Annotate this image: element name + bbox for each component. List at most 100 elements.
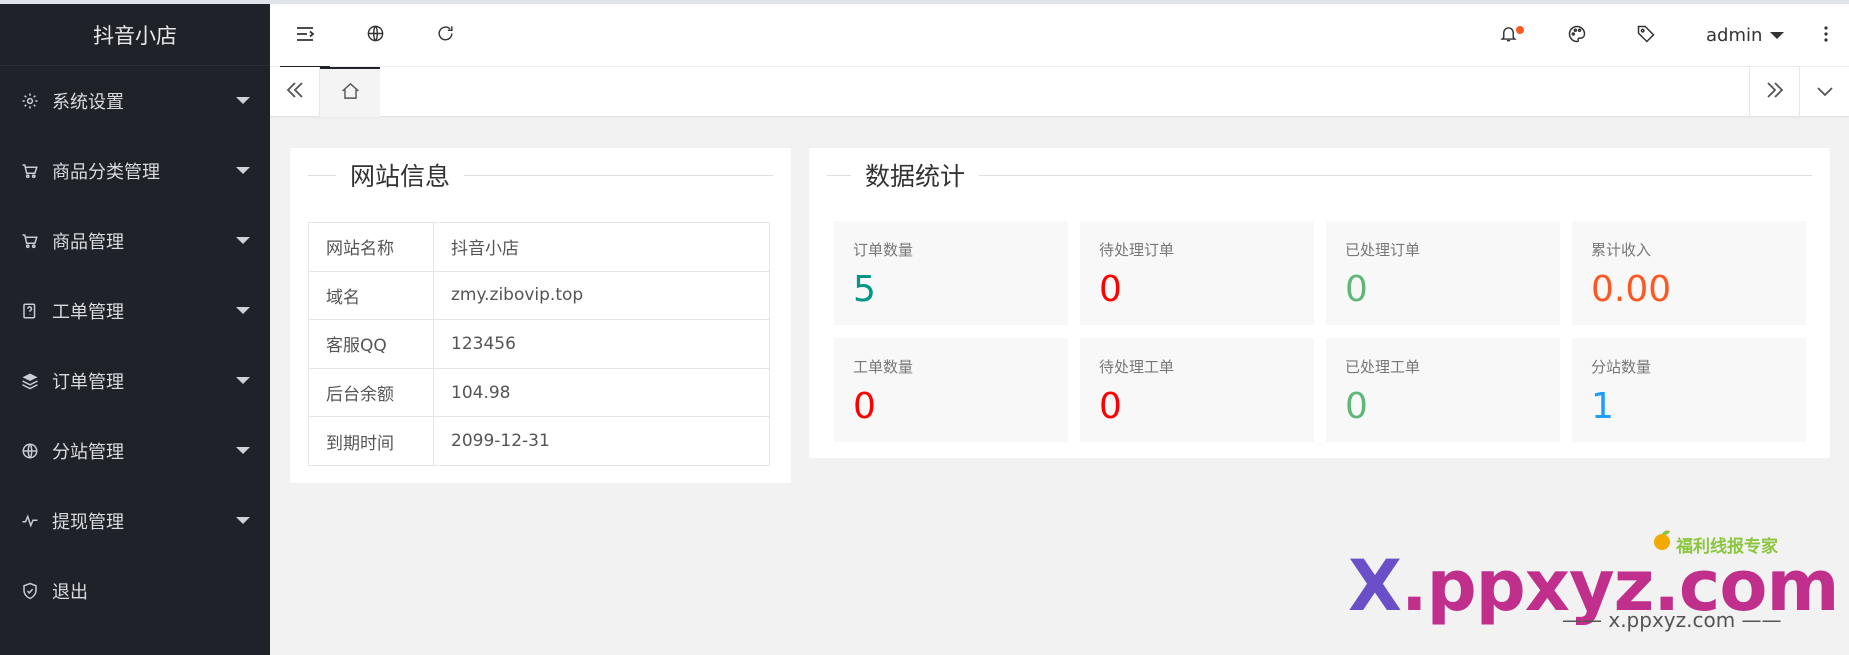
stat-label: 累计收入	[1591, 241, 1652, 259]
tab-options-button[interactable]	[1799, 67, 1849, 117]
card-title: 数据统计	[865, 162, 966, 191]
site-info-table: 网站名称 抖音小店 域名 zmy.zibovip.top 客服QQ 123456…	[308, 222, 770, 466]
palette-icon	[1567, 24, 1587, 48]
stat-order-count[interactable]: 订单数量 5	[834, 221, 1068, 325]
chevron-down-icon	[236, 97, 250, 104]
row-key: 到期时间	[308, 416, 434, 466]
title-divider	[464, 174, 773, 176]
stat-value: 0	[1099, 386, 1122, 427]
notification-button[interactable]	[1473, 4, 1543, 67]
table-row: 域名 zmy.zibovip.top	[308, 270, 770, 321]
stat-substation-count[interactable]: 分站数量 1	[1572, 338, 1806, 442]
stat-total-income[interactable]: 累计收入 0.00	[1572, 221, 1806, 325]
row-key: 网站名称	[308, 222, 434, 272]
row-value: 抖音小店	[433, 222, 770, 272]
cart-icon	[20, 161, 40, 181]
sidebar-item-label: 退出	[52, 582, 88, 603]
stat-processed-tickets[interactable]: 已处理工单 0	[1326, 338, 1560, 442]
sidebar-item-logout[interactable]: 退出	[0, 556, 270, 626]
gear-icon	[20, 91, 40, 111]
double-chevron-right-icon	[1765, 81, 1785, 103]
site-info-card: 网站信息 网站名称 抖音小店 域名 zmy.zibovip.top 客服QQ 1…	[290, 148, 791, 483]
chevron-down-icon	[236, 167, 250, 174]
chevron-down-icon	[236, 447, 250, 454]
tab-scroll-left-button[interactable]	[270, 67, 320, 117]
tab-home[interactable]	[320, 67, 380, 117]
row-value: zmy.zibovip.top	[433, 270, 770, 321]
sidebar-item-label: 系统设置	[52, 92, 124, 113]
brand-logo[interactable]: 抖音小店	[0, 4, 270, 66]
table-row: 网站名称 抖音小店	[308, 222, 770, 272]
row-value: 123456	[433, 319, 770, 369]
shield-icon	[20, 581, 40, 601]
sidebar-item-label: 工单管理	[52, 302, 124, 323]
cart-icon	[20, 231, 40, 251]
title-divider	[979, 174, 1812, 176]
sidebar-item-ticket-management[interactable]: 工单管理	[0, 276, 270, 346]
sidebar-item-withdrawal-management[interactable]: 提现管理	[0, 486, 270, 556]
collapse-menu-button[interactable]	[270, 4, 340, 68]
chevron-down-icon	[236, 237, 250, 244]
stat-label: 待处理订单	[1099, 241, 1175, 259]
card-header: 数据统计	[827, 148, 1812, 202]
chevron-down-icon	[236, 307, 250, 314]
user-menu[interactable]: admin	[1706, 4, 1785, 67]
stat-value: 0	[1345, 386, 1368, 427]
card-title: 网站信息	[350, 162, 451, 191]
stat-value: 0	[1099, 269, 1122, 310]
tag-icon	[1636, 24, 1656, 48]
sidebar-item-substation-management[interactable]: 分站管理	[0, 416, 270, 486]
layers-icon	[20, 371, 40, 391]
refresh-icon	[436, 24, 455, 47]
sidebar-item-system-settings[interactable]: 系统设置	[0, 66, 270, 136]
row-key: 后台余额	[308, 367, 434, 418]
sidebar-item-label: 分站管理	[52, 442, 124, 463]
bell-icon	[1499, 24, 1518, 47]
watermark-x: X	[1348, 545, 1402, 627]
refresh-button[interactable]	[410, 4, 480, 67]
table-row: 客服QQ 123456	[308, 319, 770, 369]
sidebar-item-label: 订单管理	[52, 372, 124, 393]
stat-value: 0.00	[1591, 269, 1672, 310]
website-home-button[interactable]	[340, 4, 410, 67]
stat-label: 已处理订单	[1345, 241, 1421, 259]
row-key: 域名	[308, 270, 434, 321]
title-divider	[308, 174, 336, 176]
sidebar-item-product-management[interactable]: 商品管理	[0, 206, 270, 276]
tag-button[interactable]	[1611, 4, 1681, 67]
more-vertical-icon	[1823, 25, 1829, 47]
watermark-subtitle: —— x.ppxyz.com ——	[1562, 608, 1782, 632]
table-row: 后台余额 104.98	[308, 367, 770, 418]
stat-value: 1	[1591, 386, 1614, 427]
stat-label: 分站数量	[1591, 358, 1652, 376]
sidebar-item-label: 商品管理	[52, 232, 124, 253]
stat-processed-orders[interactable]: 已处理订单 0	[1326, 221, 1560, 325]
more-button[interactable]	[1803, 4, 1849, 67]
stat-pending-tickets[interactable]: 待处理工单 0	[1080, 338, 1314, 442]
stats-card: 数据统计 订单数量 5 待处理订单 0 已处理订单 0 累计收入 0.00 工单…	[809, 148, 1830, 458]
card-header: 网站信息	[308, 148, 773, 202]
double-chevron-left-icon	[285, 81, 305, 103]
sidebar-item-label: 提现管理	[52, 512, 124, 533]
globe-icon	[366, 24, 385, 47]
sidebar: 抖音小店 系统设置 商品分类管理 商品管理 工单管理 订单管理 分站管理 提现管…	[0, 4, 270, 655]
username: admin	[1706, 25, 1763, 46]
ticket-icon	[20, 301, 40, 321]
pulse-icon	[20, 511, 40, 531]
stat-label: 已处理工单	[1345, 358, 1421, 376]
chevron-down-icon	[236, 377, 250, 384]
sidebar-item-category-management[interactable]: 商品分类管理	[0, 136, 270, 206]
table-row: 到期时间 2099-12-31	[308, 416, 770, 466]
row-value: 104.98	[433, 367, 770, 418]
tab-bar	[270, 67, 1849, 117]
sidebar-item-order-management[interactable]: 订单管理	[0, 346, 270, 416]
tab-scroll-right-button[interactable]	[1749, 67, 1799, 117]
row-key: 客服QQ	[308, 319, 434, 369]
row-value: 2099-12-31	[433, 416, 770, 466]
stat-pending-orders[interactable]: 待处理订单 0	[1080, 221, 1314, 325]
stat-ticket-count[interactable]: 工单数量 0	[834, 338, 1068, 442]
stat-label: 工单数量	[853, 358, 914, 376]
theme-button[interactable]	[1542, 4, 1612, 67]
sidebar-item-label: 商品分类管理	[52, 162, 160, 183]
globe-icon	[20, 441, 40, 461]
